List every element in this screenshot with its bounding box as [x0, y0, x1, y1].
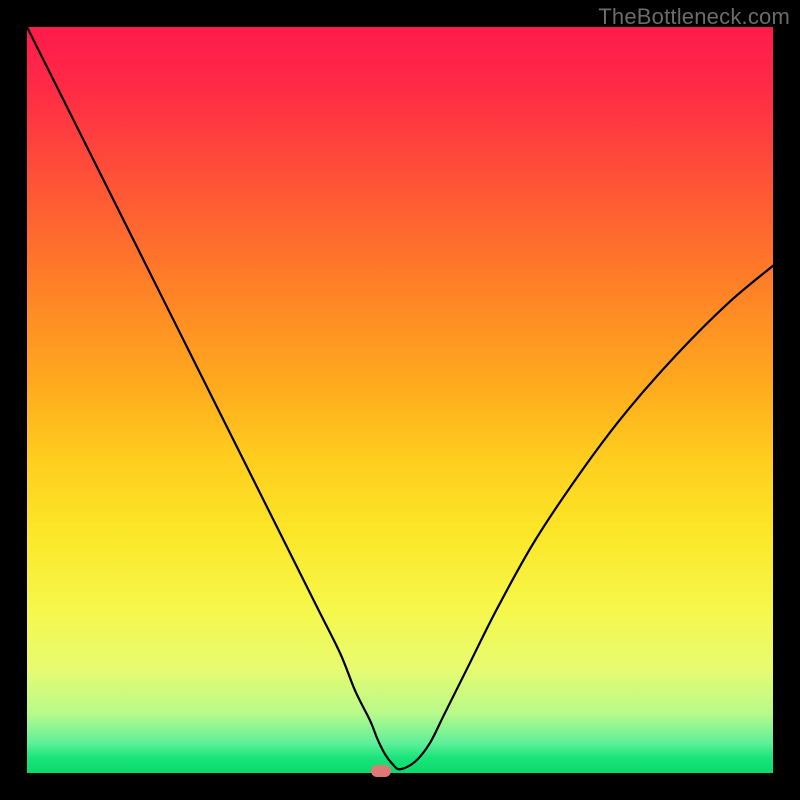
watermark-text: TheBottleneck.com — [598, 4, 790, 30]
optimum-marker — [371, 765, 391, 777]
curve-path — [27, 27, 773, 769]
plot-area — [27, 27, 773, 773]
chart-frame: TheBottleneck.com — [0, 0, 800, 800]
bottleneck-curve — [27, 27, 773, 773]
